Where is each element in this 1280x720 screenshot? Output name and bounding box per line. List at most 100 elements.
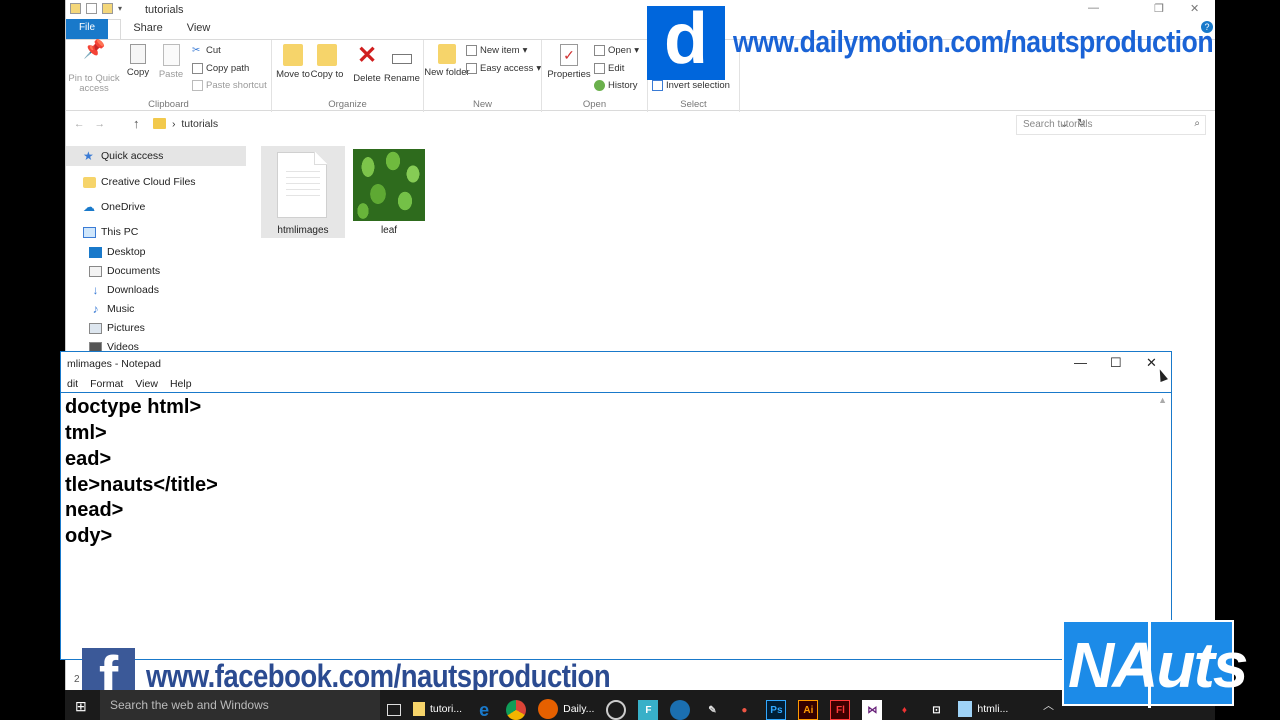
rename-button[interactable]: Rename bbox=[377, 44, 427, 84]
text-document-icon bbox=[277, 152, 327, 218]
breadcrumb[interactable]: › tutorials bbox=[172, 118, 218, 130]
nav-music[interactable]: ♪ Music bbox=[89, 303, 135, 316]
task-view-icon[interactable] bbox=[387, 704, 401, 716]
store-icon[interactable]: ⊡ bbox=[926, 700, 946, 720]
nav-onedrive[interactable]: ☁ OneDrive bbox=[83, 199, 145, 214]
organize-group-label: Organize bbox=[328, 99, 367, 110]
clipboard-group: 📌 Pin to Quick access Copy Paste ✂ Cut C… bbox=[66, 40, 272, 112]
computer-icon bbox=[83, 226, 96, 238]
scroll-up-arrow-icon[interactable]: ▲ bbox=[1158, 395, 1167, 405]
chevron-down-icon: ▾ bbox=[634, 45, 640, 56]
search-input[interactable]: Search tutorials ⌕ bbox=[1016, 115, 1206, 135]
tray-chevron-icon[interactable]: ︿ bbox=[1043, 697, 1054, 713]
folder-icon bbox=[153, 118, 166, 129]
open-icon bbox=[594, 45, 605, 56]
star-icon: ★ bbox=[83, 148, 94, 163]
app-pen-icon[interactable]: ✎ bbox=[702, 700, 722, 720]
history-icon bbox=[594, 80, 605, 91]
copy-to-icon bbox=[317, 44, 337, 66]
clipboard-group-label: Clipboard bbox=[148, 99, 189, 110]
copy-icon bbox=[130, 44, 146, 64]
maximize-icon[interactable]: ☐ bbox=[1110, 355, 1122, 371]
nav-this-pc[interactable]: This PC bbox=[83, 226, 138, 238]
new-group-label: New bbox=[472, 99, 492, 110]
edit-icon bbox=[594, 63, 605, 74]
item-count: 2 bbox=[74, 674, 80, 685]
windows-start-icon[interactable]: ⊞ bbox=[75, 698, 87, 715]
taskbar-app-firefox[interactable]: Daily... bbox=[538, 695, 594, 720]
taskbar-search-box[interactable]: Search the web and Windows bbox=[100, 690, 380, 720]
nav-pictures[interactable]: Pictures bbox=[89, 322, 145, 334]
app-f-icon[interactable]: F bbox=[638, 700, 659, 720]
menu-edit[interactable]: dit bbox=[67, 378, 78, 390]
nav-desktop[interactable]: Desktop bbox=[89, 246, 146, 258]
customize-dropdown-icon[interactable]: ▾ bbox=[118, 4, 122, 13]
nav-quick-access[interactable]: ★ Quick access bbox=[66, 146, 246, 166]
open-button[interactable]: Open ▾ bbox=[594, 45, 639, 56]
chevron-down-icon: ▾ bbox=[536, 63, 542, 74]
taskbar: ⊞ Search the web and Windows tutori... e… bbox=[65, 690, 1215, 720]
photoshop-icon[interactable]: Ps bbox=[766, 700, 787, 720]
copy-path-button[interactable]: Copy path bbox=[192, 63, 249, 74]
history-button[interactable]: History bbox=[594, 80, 638, 91]
notepad-icon bbox=[958, 701, 973, 717]
file-item-htmlimages[interactable]: htmlimages bbox=[261, 146, 345, 238]
menu-view[interactable]: View bbox=[135, 378, 158, 390]
up-arrow-icon[interactable]: ↑ bbox=[133, 116, 140, 131]
app-blue-icon[interactable] bbox=[670, 700, 691, 720]
help-icon[interactable]: ? bbox=[1201, 21, 1213, 33]
back-forward-icons[interactable]: ←→ bbox=[74, 118, 115, 130]
text-line: tml> bbox=[65, 422, 107, 444]
new-folder-button[interactable]: New folder bbox=[424, 44, 470, 78]
cut-button[interactable]: ✂ Cut bbox=[192, 45, 221, 56]
taskbar-app-notepad[interactable]: htmli... bbox=[958, 695, 1008, 720]
invert-selection-icon bbox=[652, 80, 663, 91]
minimize-icon[interactable]: — bbox=[1088, 2, 1099, 14]
chrome-icon[interactable] bbox=[506, 700, 527, 720]
creative-cloud-folder-icon bbox=[83, 176, 96, 188]
dailymotion-url-watermark: www.dailymotion.com/nautsproduction bbox=[733, 24, 1214, 59]
paste-shortcut-button[interactable]: Paste shortcut bbox=[192, 80, 267, 91]
flash-icon[interactable]: Fl bbox=[830, 700, 851, 720]
edge-icon[interactable]: e bbox=[474, 700, 494, 720]
close-icon[interactable]: ✕ bbox=[1190, 2, 1199, 15]
file-item-leaf[interactable]: leaf bbox=[347, 146, 431, 238]
nav-downloads[interactable]: ↓ Downloads bbox=[89, 284, 159, 297]
text-line: ead> bbox=[65, 448, 112, 470]
easy-access-button[interactable]: Easy access ▾ bbox=[466, 63, 541, 74]
file-name: leaf bbox=[380, 225, 398, 236]
new-item-button[interactable]: New item ▾ bbox=[466, 45, 527, 56]
restore-icon[interactable]: ❐ bbox=[1154, 2, 1164, 15]
cloud-icon: ☁ bbox=[83, 199, 95, 214]
edit-button[interactable]: Edit bbox=[594, 63, 624, 74]
menu-help[interactable]: Help bbox=[170, 378, 192, 390]
taskbar-apps: tutori... e Daily... F ✎ ● Ps Ai Fl ⋈ ♦ … bbox=[387, 695, 1008, 720]
visual-studio-icon[interactable]: ⋈ bbox=[862, 700, 883, 720]
address-bar[interactable]: › tutorials ⌄ ↻ bbox=[150, 115, 1086, 135]
app-circle-icon[interactable] bbox=[606, 700, 627, 720]
taskbar-app-explorer[interactable]: tutori... bbox=[413, 695, 462, 720]
open-group: ✓ Properties Open ▾ Edit History Open bbox=[542, 40, 648, 112]
properties-quick-icon[interactable] bbox=[86, 3, 97, 14]
minimize-icon[interactable]: — bbox=[1074, 355, 1087, 370]
nav-documents[interactable]: Documents bbox=[89, 265, 160, 277]
menu-format[interactable]: Format bbox=[90, 378, 123, 390]
firefox-icon bbox=[538, 699, 559, 719]
nav-creative-cloud[interactable]: Creative Cloud Files bbox=[83, 176, 196, 188]
notepad-text-area[interactable]: doctype html> tml> ead> tle>nauts</title… bbox=[61, 392, 1171, 660]
illustrator-icon[interactable]: Ai bbox=[798, 700, 819, 720]
invert-selection-button[interactable]: Invert selection bbox=[652, 80, 730, 91]
chevron-down-icon: ▾ bbox=[522, 45, 528, 56]
tab-view[interactable]: View bbox=[175, 19, 223, 39]
new-folder-icon bbox=[438, 44, 456, 64]
documents-icon bbox=[89, 265, 102, 277]
new-folder-quick-icon[interactable] bbox=[102, 3, 113, 14]
properties-button[interactable]: ✓ Properties bbox=[544, 44, 594, 80]
pictures-icon bbox=[89, 322, 102, 334]
close-icon[interactable]: ✕ bbox=[1146, 355, 1157, 371]
paste-button[interactable]: Paste bbox=[146, 44, 196, 80]
notepad-title: mlimages - Notepad bbox=[67, 358, 161, 370]
app-flame-icon[interactable]: ♦ bbox=[894, 700, 914, 720]
tab-share[interactable]: Share bbox=[121, 19, 174, 39]
app-red-icon[interactable]: ● bbox=[734, 700, 754, 720]
